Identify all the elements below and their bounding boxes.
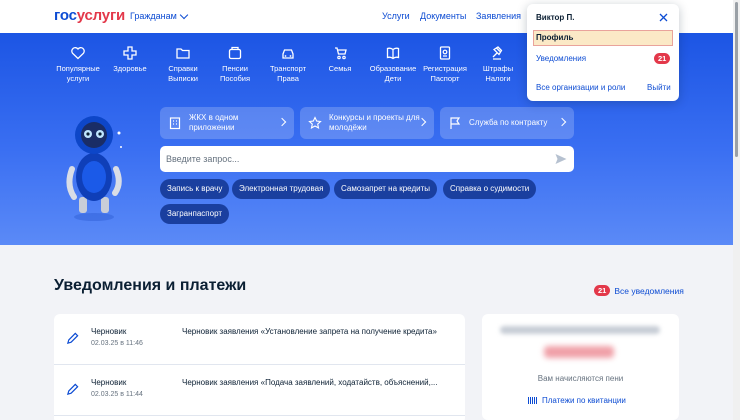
notifications-list: Черновик 02.03.25 в 11:46 Черновик заявл… xyxy=(54,314,465,420)
receipt-payments-label: Платежи по квитанции xyxy=(542,396,626,405)
chip-electronic-workbook[interactable]: Электронная трудовая xyxy=(232,179,331,199)
category-label: Регистрация Паспорт xyxy=(423,64,467,83)
nav-documents[interactable]: Документы xyxy=(420,11,466,21)
role-selector[interactable]: Гражданам xyxy=(130,10,189,21)
folder-icon xyxy=(175,45,191,61)
promo-contract-service[interactable]: Служба по контракту xyxy=(440,107,574,139)
item-description: Черновик заявления «Подача заявлений, хо… xyxy=(182,378,438,387)
car-icon xyxy=(280,45,296,61)
promo-label: Конкурсы и проекты для молодёжи xyxy=(329,113,420,132)
chip-credit-self-ban[interactable]: Самозапрет на кредиты xyxy=(334,179,438,199)
category-label: Здоровье xyxy=(113,64,147,73)
promo-label: ЖКХ в одном приложении xyxy=(189,113,239,132)
category-label: Штрафы Налоги xyxy=(482,64,514,83)
gosuslugi-logo[interactable]: госуслуги xyxy=(54,7,125,24)
list-item[interactable]: Черновик 02.03.25 в 11:44 Черновик заявл… xyxy=(54,365,465,416)
nav-applications[interactable]: Заявления xyxy=(476,11,521,21)
category-education[interactable]: Образование Дети xyxy=(367,45,419,83)
item-status: Черновик xyxy=(91,378,127,387)
medical-cross-icon xyxy=(122,45,138,61)
search-input[interactable] xyxy=(166,154,554,164)
close-icon[interactable] xyxy=(658,12,669,23)
all-notifications-label: Все уведомления xyxy=(614,285,684,296)
search-bar xyxy=(160,146,574,172)
payments-card: Вам начисляются пени Платежи по квитанци… xyxy=(482,314,679,420)
star-icon xyxy=(308,116,322,129)
category-registration[interactable]: Регистрация Паспорт xyxy=(419,45,471,83)
flag-icon xyxy=(450,117,461,129)
category-label: Популярные услуги xyxy=(56,64,100,83)
user-name: Виктор П. xyxy=(536,13,575,22)
pencil-icon xyxy=(66,383,79,396)
divider xyxy=(54,415,465,416)
item-description: Черновик заявления «Установление запрета… xyxy=(182,327,437,336)
profile-menu-item[interactable]: Профиль xyxy=(533,30,673,46)
building-icon xyxy=(169,117,181,130)
send-icon[interactable] xyxy=(554,152,568,166)
section-title: Уведомления и платежи xyxy=(54,277,247,294)
receipt-payments-link[interactable]: Платежи по квитанции xyxy=(528,396,626,405)
category-health[interactable]: Здоровье xyxy=(104,45,156,74)
scrollbar-thumb[interactable] xyxy=(735,2,738,157)
logo-text-part1: гос xyxy=(54,7,77,24)
all-notifications-link[interactable]: 21 Все уведомления xyxy=(594,285,684,296)
role-label: Гражданам xyxy=(130,11,177,21)
promo-housing-app[interactable]: ЖКХ в одном приложении xyxy=(160,107,294,139)
pencil-icon xyxy=(66,332,79,345)
blurred-text xyxy=(500,326,660,334)
nav-services[interactable]: Услуги xyxy=(382,11,410,21)
chip-doctor-appointment[interactable]: Запись к врачу xyxy=(160,179,230,199)
category-label: Образование Дети xyxy=(369,64,417,83)
blurred-amount xyxy=(544,346,614,358)
category-label: Транспорт Права xyxy=(269,64,307,83)
logo-text-part2: услуги xyxy=(76,7,126,24)
chevron-right-icon xyxy=(557,117,567,127)
category-popular[interactable]: Популярные услуги xyxy=(52,45,104,83)
heart-icon xyxy=(70,45,86,61)
logout-link[interactable]: Выйти xyxy=(647,83,671,92)
item-date: 02.03.25 в 11:44 xyxy=(91,391,143,398)
chip-foreign-passport[interactable]: Загранпаспорт xyxy=(160,204,230,224)
category-fines[interactable]: Штрафы Налоги xyxy=(472,45,524,83)
category-label: Пенсии Пособия xyxy=(219,64,251,83)
category-certificates[interactable]: Справки Выписки xyxy=(157,45,209,83)
category-transport[interactable]: Транспорт Права xyxy=(262,45,314,83)
book-icon xyxy=(385,45,401,61)
category-label: Справки Выписки xyxy=(168,64,198,83)
organizations-roles-link[interactable]: Все организации и роли xyxy=(536,83,625,92)
notifications-count-badge: 21 xyxy=(594,285,611,296)
promo-youth-contests[interactable]: Конкурсы и проекты для молодёжи xyxy=(300,107,434,139)
barcode-icon xyxy=(528,397,537,404)
menu-notifications-badge: 21 xyxy=(654,53,671,64)
notifications-menu-item[interactable]: Уведомления xyxy=(536,54,586,63)
list-item[interactable]: Черновик 02.03.25 в 11:46 Черновик заявл… xyxy=(54,314,465,365)
wallet-icon xyxy=(227,45,243,61)
stroller-icon xyxy=(332,45,348,61)
category-label: Семья xyxy=(328,64,352,73)
gavel-icon xyxy=(490,45,506,61)
chevron-down-icon xyxy=(179,10,189,19)
category-pensions[interactable]: Пенсии Пособия xyxy=(209,45,261,83)
robot-mascot-illustration xyxy=(66,116,122,221)
item-status: Черновик xyxy=(91,327,127,336)
category-family[interactable]: Семья xyxy=(314,45,366,74)
passport-icon xyxy=(437,45,453,61)
profile-dropdown: Виктор П. Профиль Уведомления 21 Все орг… xyxy=(527,4,679,101)
chip-criminal-record-certificate[interactable]: Справка о судимости xyxy=(443,179,537,199)
penalty-note: Вам начисляются пени xyxy=(537,374,624,383)
promo-label: Служба по контракту xyxy=(469,118,548,127)
item-date: 02.03.25 в 11:46 xyxy=(91,340,143,347)
